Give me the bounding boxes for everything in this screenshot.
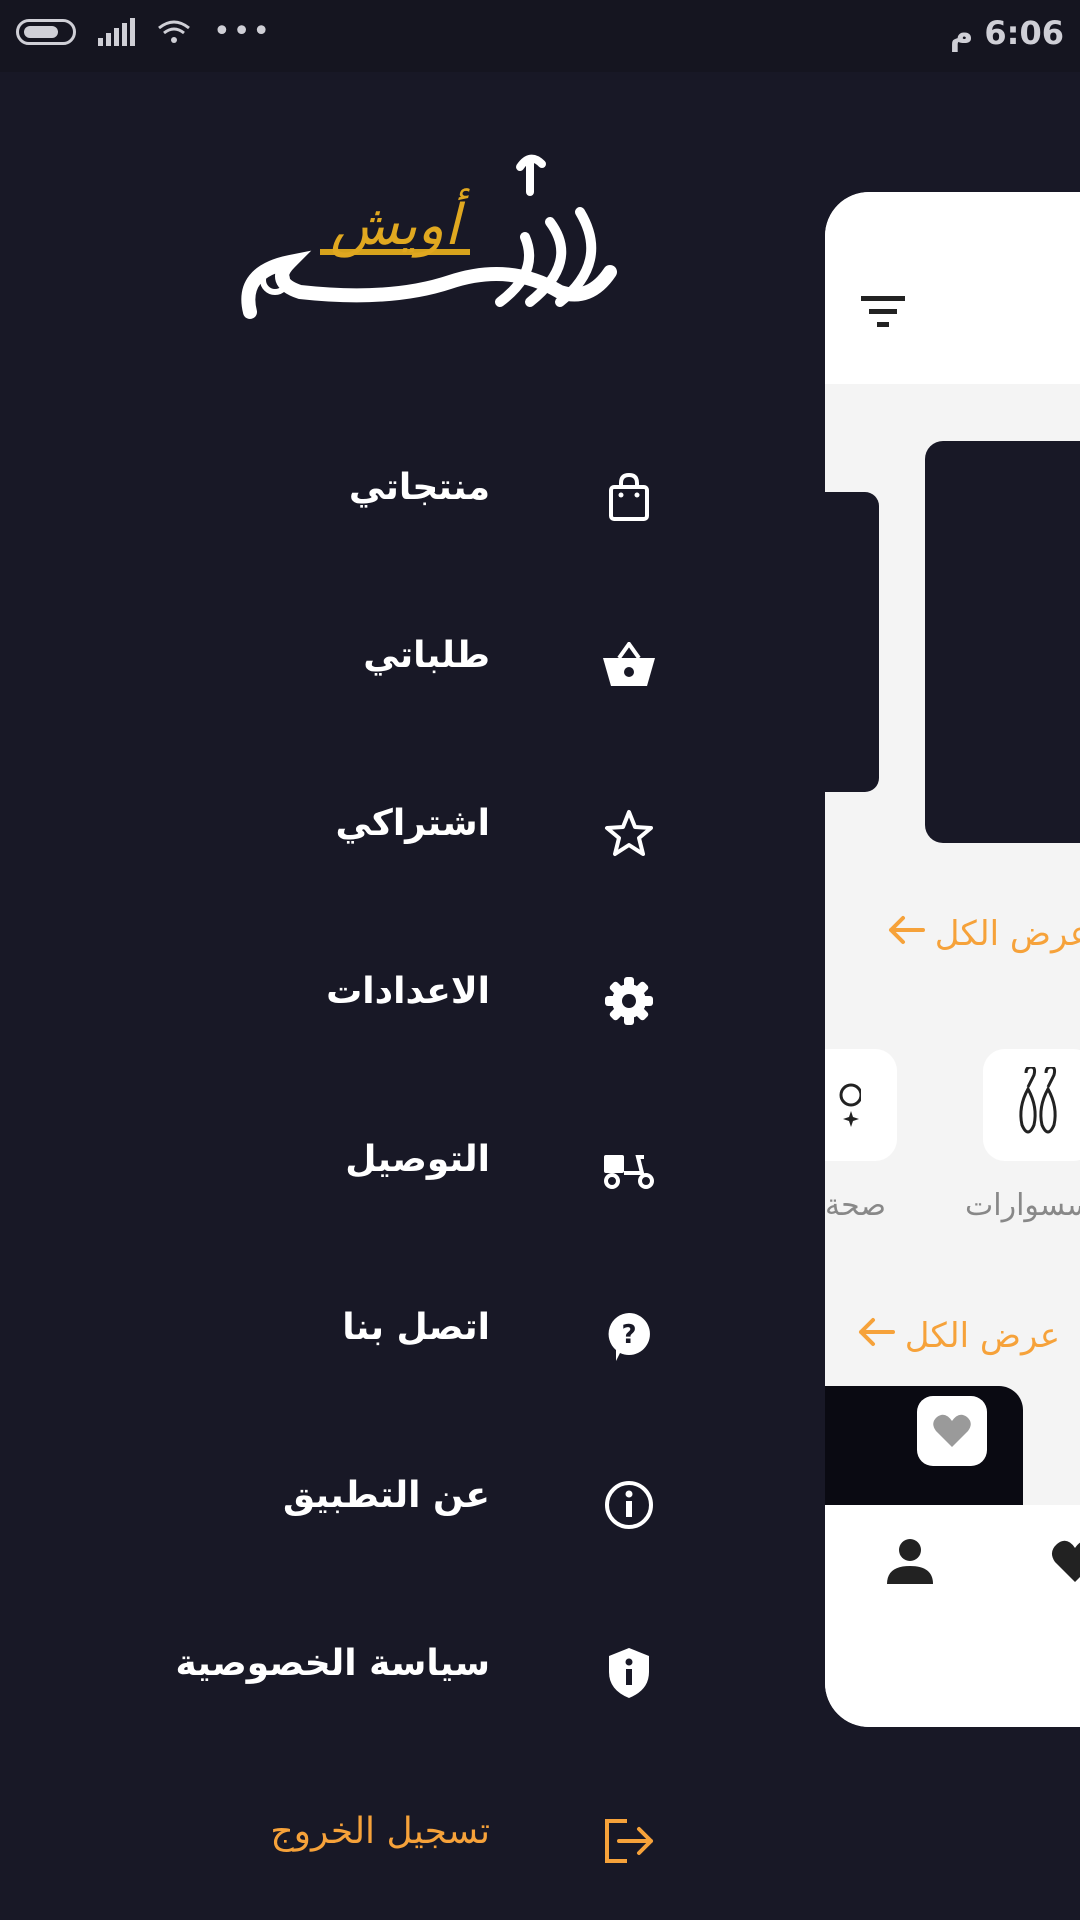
- basket-icon: [596, 637, 662, 693]
- menu-item-my-orders[interactable]: طلباتي: [0, 615, 825, 715]
- profile-icon[interactable]: [885, 1536, 935, 1586]
- status-time: 6:06 م: [949, 14, 1064, 52]
- filter-icon[interactable]: [861, 294, 905, 330]
- banner-slide[interactable]: [825, 492, 879, 792]
- svg-text:?: ?: [621, 1320, 636, 1350]
- category-label: صحة: [825, 1188, 886, 1223]
- help-bubble-icon: ?: [596, 1309, 662, 1365]
- view-all-link[interactable]: عرض الكل: [857, 1316, 1060, 1356]
- menu-item-subscription[interactable]: اشتراكي: [0, 783, 825, 883]
- menu-item-my-products[interactable]: منتجاتي: [0, 447, 825, 547]
- category-label: إكسسوارات: [965, 1188, 1080, 1223]
- menu-label: اتصل بنا: [342, 1307, 490, 1348]
- arrow-left-icon: [857, 1316, 895, 1356]
- battery-icon: [16, 19, 76, 45]
- delivery-scooter-icon: [596, 1141, 662, 1197]
- menu-label: عن التطبيق: [283, 1475, 490, 1516]
- menu-item-settings[interactable]: الاعدادات: [0, 951, 825, 1051]
- menu-label: سياسة الخصوصية: [175, 1643, 490, 1684]
- status-bar: ••• 6:06 م: [0, 0, 1080, 72]
- menu-item-contact-us[interactable]: ? اتصل بنا: [0, 1287, 825, 1387]
- menu-label: تسجيل الخروج: [270, 1811, 490, 1852]
- star-outline-icon: [596, 805, 662, 861]
- category-tile[interactable]: [825, 1049, 897, 1161]
- arrow-left-icon: [887, 914, 925, 954]
- menu-item-delivery[interactable]: التوصيل: [0, 1119, 825, 1219]
- view-all-link[interactable]: عرض الكل: [887, 914, 1080, 954]
- category-tile[interactable]: [983, 1049, 1080, 1161]
- favorites-nav-icon[interactable]: [1050, 1536, 1080, 1586]
- info-circle-icon: [596, 1477, 662, 1533]
- gear-icon: [596, 973, 662, 1029]
- menu-item-logout[interactable]: تسجيل الخروج: [0, 1791, 825, 1891]
- signal-icon: [98, 18, 135, 46]
- health-icon: [839, 1083, 861, 1127]
- menu-label: الاعدادات: [326, 971, 490, 1012]
- menu-item-privacy-policy[interactable]: سياسة الخصوصية: [0, 1623, 825, 1723]
- logout-icon: [596, 1813, 662, 1869]
- heart-icon: [933, 1414, 971, 1447]
- navigation-drawer: أويش منتجاتي طلباتي اشتراكي الاعدادات ال…: [0, 72, 825, 1920]
- menu-label: التوصيل: [345, 1139, 490, 1180]
- app-logo: أويش: [241, 154, 617, 319]
- earrings-icon: [1019, 1067, 1057, 1134]
- main-header: [825, 192, 1080, 384]
- menu-label: طلباتي: [363, 635, 490, 676]
- more-indicator: •••: [213, 14, 273, 49]
- bottom-navigation: [825, 1505, 1080, 1727]
- wifi-icon: [158, 20, 190, 43]
- menu-label: منتجاتي: [348, 467, 490, 508]
- shopping-bag-icon: [596, 469, 662, 525]
- privacy-shield-icon: [596, 1645, 662, 1701]
- favorite-button[interactable]: [917, 1396, 987, 1466]
- banner-slide[interactable]: [925, 441, 1080, 843]
- menu-label: اشتراكي: [335, 803, 490, 844]
- main-screen-preview[interactable]: عرض الكل صحة إكسسوارات عرض الكل: [825, 192, 1080, 1727]
- svg-text:أويش: أويش: [330, 188, 470, 258]
- menu-item-about-app[interactable]: عن التطبيق: [0, 1455, 825, 1555]
